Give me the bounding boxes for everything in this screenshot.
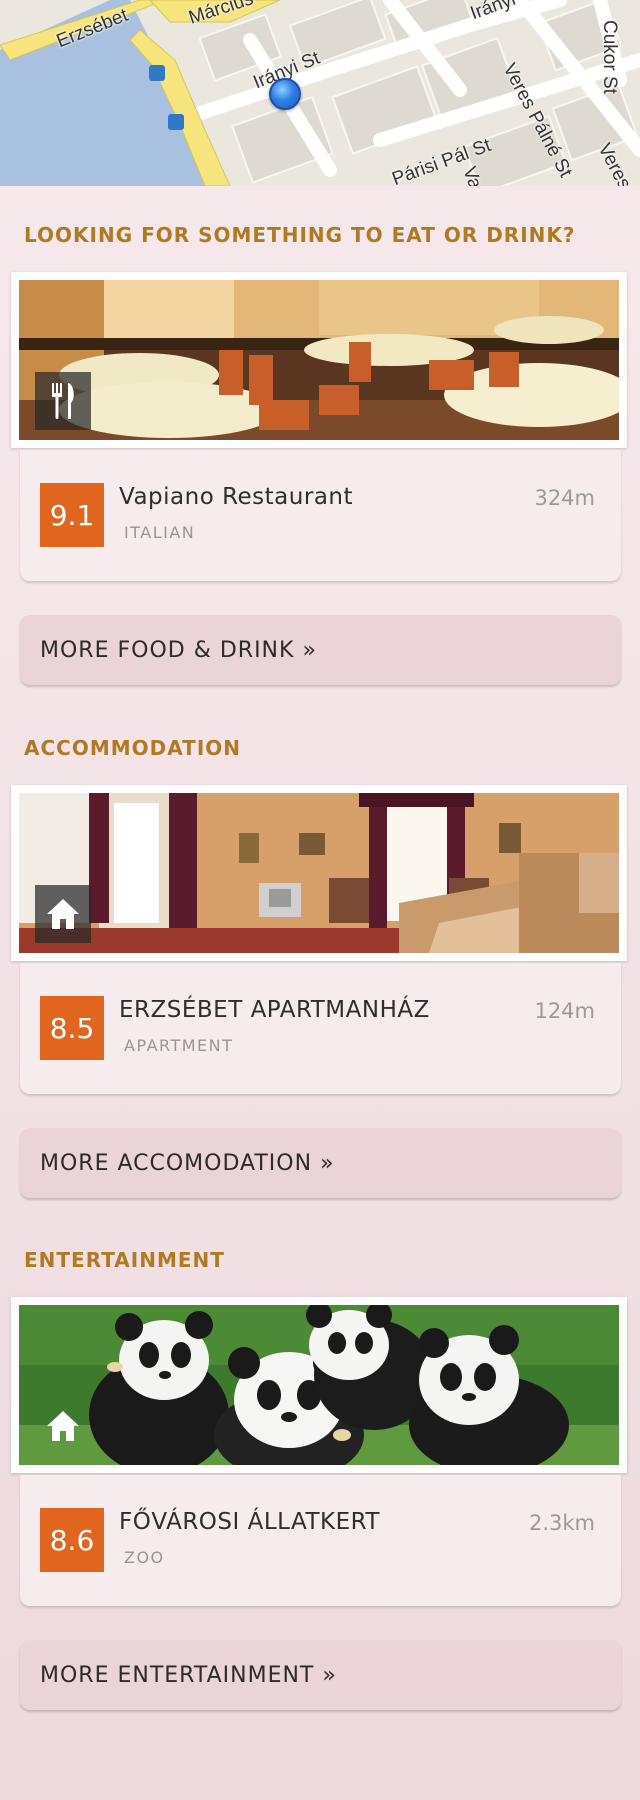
section-title-accommodation: ACCOMMODATION — [24, 736, 241, 760]
venue-photo-frame[interactable] — [11, 1297, 627, 1473]
restaurant-photo — [19, 280, 619, 440]
apartment-photo — [19, 793, 619, 953]
more-entertainment-button[interactable]: MORE ENTERTAINMENT » — [20, 1640, 621, 1710]
venue-card[interactable]: 8.5 ERZSÉBET APARTMANHÁZ APARTMENT 124m — [20, 963, 621, 1094]
more-food-drink-button[interactable]: MORE FOOD & DRINK » — [20, 615, 621, 685]
venue-name: FŐVÁROSI ÁLLATKERT — [119, 1509, 380, 1535]
rating-badge: 8.6 — [40, 1508, 104, 1572]
pandas-photo — [19, 1305, 619, 1465]
home-icon — [35, 1397, 91, 1455]
rating-badge: 8.5 — [40, 996, 104, 1060]
venue-category: ZOO — [124, 1548, 165, 1567]
rating-badge: 9.1 — [40, 483, 104, 547]
venue-distance: 324m — [534, 486, 595, 510]
venue-photo-frame[interactable] — [11, 272, 627, 448]
venue-name: ERZSÉBET APARTMANHÁZ — [119, 997, 430, 1023]
venue-distance: 124m — [534, 999, 595, 1023]
map-street-label: Cukor St — [599, 20, 620, 94]
section-title-entertainment: ENTERTAINMENT — [24, 1248, 225, 1272]
venue-category: APARTMENT — [124, 1036, 234, 1055]
venue-category: ITALIAN — [124, 523, 196, 542]
fork-knife-icon — [35, 372, 91, 430]
home-icon — [35, 885, 91, 943]
venue-photo-frame[interactable] — [11, 785, 627, 961]
section-title-food: LOOKING FOR SOMETHING TO EAT OR DRINK? — [24, 223, 576, 247]
more-accommodation-button[interactable]: MORE ACCOMODATION » — [20, 1128, 621, 1198]
venue-card[interactable]: 8.6 FŐVÁROSI ÁLLATKERT ZOO 2.3km — [20, 1475, 621, 1606]
venue-name: Vapiano Restaurant — [119, 484, 354, 510]
current-location-marker — [269, 78, 301, 110]
venue-distance: 2.3km — [528, 1511, 595, 1535]
map-view[interactable]: Erzsébet Március Irányi St Irányi Veres … — [0, 0, 640, 186]
venue-card[interactable]: 9.1 Vapiano Restaurant ITALIAN 324m — [20, 450, 621, 581]
